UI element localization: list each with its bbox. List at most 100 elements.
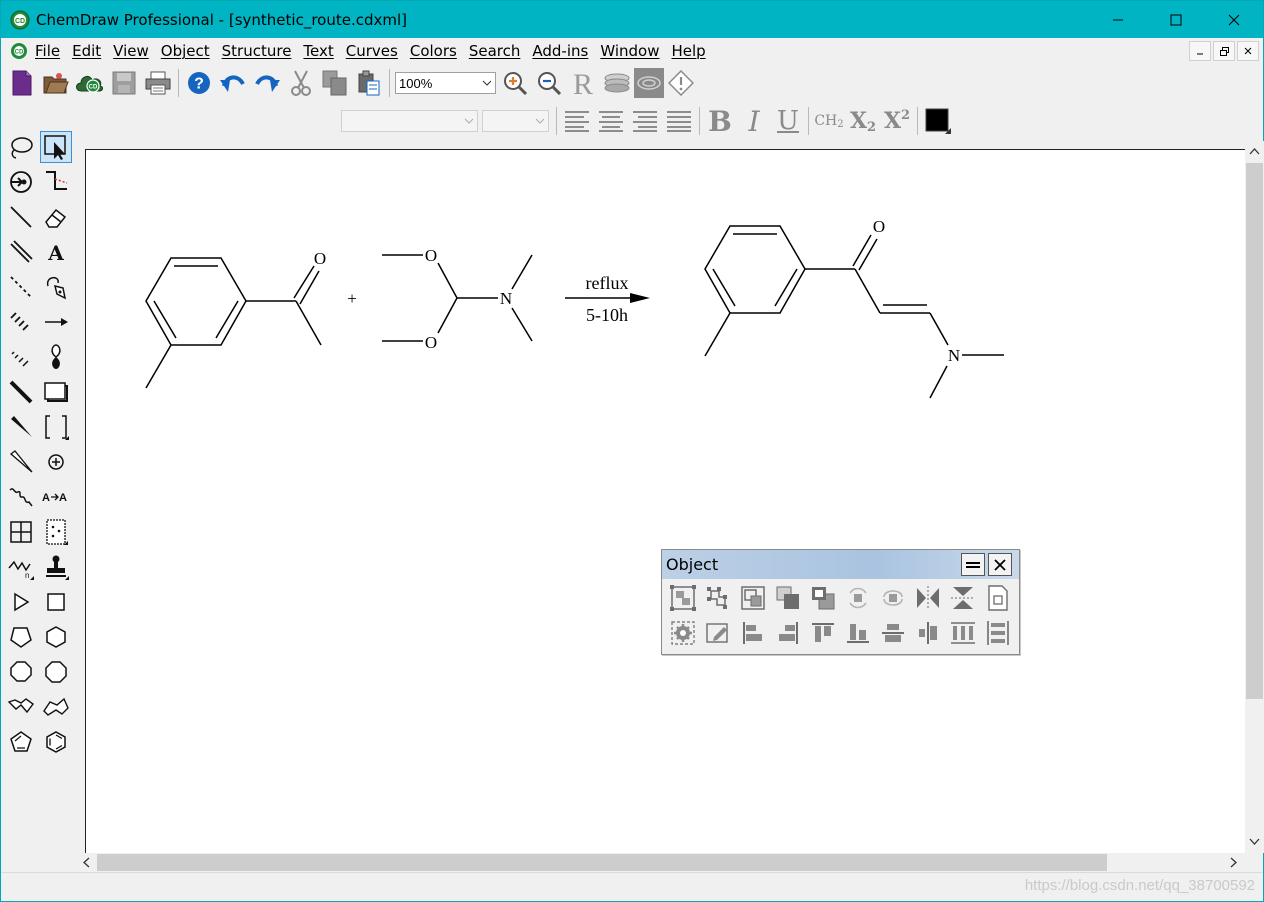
join-button[interactable] <box>737 582 769 614</box>
rotate-button[interactable] <box>842 582 874 614</box>
reactant1-atom-o[interactable]: O <box>314 249 326 268</box>
object-panel-collapse-button[interactable] <box>961 553 985 576</box>
copy-button[interactable] <box>318 66 352 100</box>
table-tool[interactable] <box>5 516 37 548</box>
redo-button[interactable] <box>250 66 284 100</box>
spectrum-tool[interactable]: n <box>5 551 37 583</box>
menu-text[interactable]: Text <box>303 42 333 60</box>
paste-button[interactable] <box>352 66 386 100</box>
menu-add-ins[interactable]: Add-ins <box>532 42 588 60</box>
hashed-wedge-tool[interactable] <box>5 341 37 373</box>
undo-button[interactable] <box>216 66 250 100</box>
superscript-button[interactable]: X2 <box>880 104 914 138</box>
brackets-tool[interactable] <box>40 411 72 443</box>
menu-curves[interactable]: Curves <box>346 42 398 60</box>
flip-vertical-button[interactable] <box>947 582 979 614</box>
double-bond-tool[interactable] <box>5 236 37 268</box>
menu-view[interactable]: View <box>113 42 149 60</box>
italic-button[interactable]: I <box>737 104 771 138</box>
align-rights-button[interactable] <box>772 617 804 649</box>
cyclooctane-tool[interactable] <box>40 656 72 688</box>
subscript-button[interactable]: X2 <box>846 104 880 138</box>
chemical-formula-button[interactable]: CH 2 <box>812 104 846 138</box>
bring-to-front-button[interactable] <box>772 582 804 614</box>
chair-cyclohexane-tool-2[interactable] <box>40 691 72 723</box>
minimize-button[interactable] <box>1089 1 1147 38</box>
align-tops-button[interactable] <box>807 617 839 649</box>
text-tool[interactable]: A <box>40 236 72 268</box>
templates-tool[interactable] <box>40 551 72 583</box>
arrow-label-below[interactable]: 5-10h <box>586 305 628 325</box>
distribute-horizontally-button[interactable] <box>947 617 979 649</box>
chair-cyclohexane-tool-1[interactable] <box>5 691 37 723</box>
zoom-in-button[interactable] <box>498 66 532 100</box>
menu-structure[interactable]: Structure <box>222 42 292 60</box>
align-center-button[interactable] <box>594 104 628 138</box>
cyclohexane-tool[interactable] <box>40 621 72 653</box>
play-query-tool[interactable] <box>5 586 37 618</box>
scale-button[interactable] <box>982 582 1014 614</box>
menu-edit[interactable]: Edit <box>72 42 101 60</box>
marquee-select-tool[interactable] <box>40 131 72 163</box>
structure-perspective-tool[interactable] <box>5 166 37 198</box>
distribute-vertically-button[interactable] <box>982 617 1014 649</box>
show-stereochemistry-button[interactable] <box>634 68 664 98</box>
zoom-select[interactable]: 100% <box>395 72 496 94</box>
orbital-tool[interactable] <box>40 341 72 373</box>
align-horizontal-centers-button[interactable] <box>912 617 944 649</box>
check-structure-button[interactable] <box>664 66 698 100</box>
show-object-settings-button[interactable] <box>702 617 734 649</box>
save-button[interactable] <box>107 66 141 100</box>
object-panel-close-button[interactable] <box>988 553 1012 576</box>
reactant2-atom-n[interactable]: N <box>500 289 512 308</box>
mapping-tool[interactable]: AA <box>40 481 72 513</box>
ungroup-button[interactable] <box>702 582 734 614</box>
document-menu-icon[interactable]: CD <box>10 42 28 60</box>
align-bottoms-button[interactable] <box>842 617 874 649</box>
tlc-plate-tool[interactable] <box>40 516 72 548</box>
maximize-button[interactable] <box>1147 1 1205 38</box>
help-button[interactable]: ? <box>182 66 216 100</box>
pen-tool[interactable] <box>40 271 72 303</box>
drawing-elements-tool[interactable] <box>40 376 72 408</box>
menu-search[interactable]: Search <box>469 42 521 60</box>
doc-restore-button[interactable] <box>1213 41 1235 61</box>
horizontal-scrollbar[interactable] <box>77 853 1245 872</box>
chain-tool[interactable] <box>40 166 72 198</box>
r-group-button[interactable]: R <box>566 66 600 100</box>
reactant2-atom-o-top[interactable]: O <box>425 246 437 265</box>
rotate-90-button[interactable] <box>877 582 909 614</box>
bold-bond-tool[interactable] <box>5 376 37 408</box>
font-size-select[interactable] <box>482 110 549 132</box>
doc-close-button[interactable] <box>1237 41 1259 61</box>
arrow-label-above[interactable]: reflux <box>586 273 629 293</box>
charge-tool[interactable] <box>40 446 72 478</box>
wavy-bond-tool[interactable] <box>5 481 37 513</box>
object-settings-button[interactable] <box>667 617 699 649</box>
vertical-scrollbar[interactable] <box>1245 141 1264 853</box>
bold-button[interactable]: B <box>703 104 737 138</box>
arrow-tool[interactable] <box>40 306 72 338</box>
eraser-tool[interactable] <box>40 201 72 233</box>
new-document-button[interactable] <box>5 66 39 100</box>
cyclobutane-tool[interactable] <box>40 586 72 618</box>
align-left-button[interactable] <box>560 104 594 138</box>
zoom-out-button[interactable] <box>532 66 566 100</box>
align-lefts-button[interactable] <box>737 617 769 649</box>
benzene-tool[interactable] <box>40 726 72 758</box>
hashed-bond-tool[interactable] <box>5 306 37 338</box>
doc-minimize-button[interactable] <box>1189 41 1211 61</box>
drawing-canvas[interactable]: O + O O N reflux 5-10h O N <box>85 149 1245 853</box>
align-vertical-centers-button[interactable] <box>877 617 909 649</box>
flip-horizontal-button[interactable] <box>912 582 944 614</box>
reactant2-atom-o-bottom[interactable]: O <box>425 333 437 352</box>
cycloheptane-tool[interactable] <box>5 656 37 688</box>
chemdraw-cloud-button[interactable]: CD <box>73 66 107 100</box>
menu-window[interactable]: Window <box>600 42 659 60</box>
send-to-back-button[interactable] <box>807 582 839 614</box>
structure-clean-button[interactable] <box>600 66 634 100</box>
justify-button[interactable] <box>662 104 696 138</box>
lasso-tool[interactable] <box>5 131 37 163</box>
menu-colors[interactable]: Colors <box>410 42 457 60</box>
horizontal-scroll-thumb[interactable] <box>97 854 1107 871</box>
